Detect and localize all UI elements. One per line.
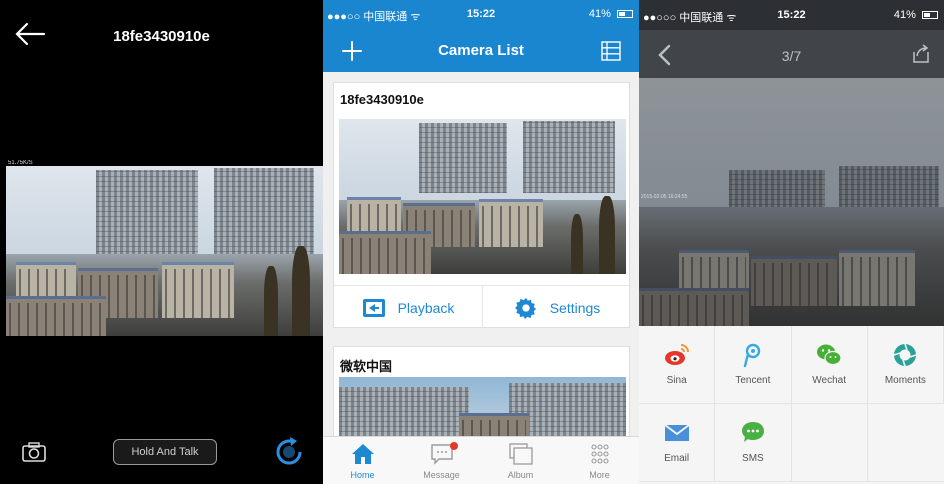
camera-thumbnail[interactable]	[339, 119, 626, 274]
tab-more[interactable]: More	[560, 437, 639, 484]
camera-title: 18fe3430910e	[113, 28, 210, 45]
battery-indicator: 41%	[894, 9, 938, 21]
thumb-tree	[599, 196, 615, 274]
video-building	[96, 170, 198, 262]
video-tree	[264, 266, 278, 336]
message-badge	[450, 442, 458, 450]
battery-icon	[922, 11, 938, 20]
playback-icon	[362, 298, 385, 317]
share-tencent[interactable]: Tencent	[715, 326, 792, 404]
sms-icon	[741, 422, 764, 442]
share-empty-slot	[867, 404, 944, 482]
wechat-icon	[817, 344, 842, 366]
share-wechat[interactable]: Wechat	[791, 326, 868, 404]
battery-percent: 41%	[588, 8, 611, 20]
tab-more-label: More	[589, 470, 610, 480]
share-empty-slot	[791, 404, 868, 482]
share-moments-label: Moments	[884, 375, 926, 386]
camera-list-header: Camera List	[323, 30, 639, 72]
album-icon	[508, 443, 533, 465]
share-wechat-label: Wechat	[812, 375, 846, 386]
thumb-house	[479, 199, 543, 247]
moments-icon	[894, 343, 917, 367]
status-bar: ●●○○○ 中国联通 ᯤ 15:22 41%	[639, 0, 944, 30]
share-sina[interactable]: Sina	[639, 326, 716, 404]
tab-album-label: Album	[507, 470, 534, 480]
email-icon	[664, 424, 690, 441]
settings-button[interactable]: Settings	[482, 286, 631, 329]
share-sms[interactable]: SMS	[715, 404, 792, 482]
playback-button[interactable]: Playback	[334, 286, 482, 329]
camera-card[interactable]: 微软中国	[333, 346, 630, 447]
more-grid-icon	[590, 444, 609, 464]
page-indicator: 3/7	[781, 48, 802, 64]
hold-and-talk-button[interactable]: Hold And Talk	[113, 439, 217, 465]
gear-icon	[514, 297, 536, 319]
page-title: Camera List	[438, 42, 524, 59]
share-email[interactable]: Email	[639, 404, 716, 482]
tab-album[interactable]: Album	[481, 437, 560, 484]
camera-actions: Playback Settings	[334, 285, 631, 329]
share-moments[interactable]: Moments	[867, 326, 944, 404]
thumb-building	[523, 121, 615, 193]
rotate-icon[interactable]	[273, 436, 305, 468]
camera-name: 微软中国	[340, 359, 393, 374]
share-tencent-label: Tencent	[735, 375, 771, 386]
settings-label: Settings	[549, 299, 601, 316]
video-house	[6, 296, 106, 336]
battery-percent: 41%	[893, 9, 916, 21]
list-view-icon[interactable]	[601, 41, 621, 61]
camera-list-screen: ●●●○○ 中国联通 ᯤ 15:22 41% Camera List 18fe3…	[323, 0, 639, 484]
tab-message[interactable]: Message	[402, 437, 481, 484]
share-icon[interactable]	[911, 44, 931, 64]
status-bar: ●●●○○ 中国联通 ᯤ 15:22 41%	[323, 0, 639, 30]
battery-indicator: 41%	[589, 8, 633, 20]
snapshot-timestamp: 2015-02-05 16:24:55	[641, 194, 688, 200]
tab-home[interactable]: Home	[323, 437, 402, 484]
live-controls: Hold And Talk	[0, 430, 323, 472]
live-video-feed[interactable]	[6, 166, 323, 336]
thumb-house	[339, 231, 431, 274]
home-icon	[351, 444, 374, 464]
thumb-house	[347, 197, 401, 233]
share-sms-label: SMS	[742, 453, 764, 464]
tencent-weibo-icon	[743, 343, 761, 368]
tab-message-label: Message	[423, 470, 460, 480]
share-email-label: Email	[664, 453, 690, 464]
stream-speed: 51.75K/S	[8, 160, 33, 166]
live-view-header: 18fe3430910e	[0, 0, 323, 70]
share-panel: Sina Tencent Wechat Moments Email SMS	[639, 326, 944, 484]
photo-header: 3/7	[639, 30, 944, 82]
tab-bar: Home Message Album More	[323, 436, 639, 484]
camera-icon[interactable]	[22, 442, 46, 462]
camera-name: 18fe3430910e	[340, 92, 424, 107]
battery-icon	[617, 10, 633, 19]
thumb-building	[419, 123, 507, 193]
video-tree	[292, 246, 310, 336]
video-house	[162, 262, 234, 318]
photo-share-screen: ●●○○○ 中国联通 ᯤ 15:22 41% 3/7 2015-02-05 16…	[639, 0, 944, 484]
thumb-tree	[571, 214, 583, 274]
tab-home-label: Home	[350, 470, 375, 480]
live-view-screen: 18fe3430910e 51.75K/S Hold And Talk	[0, 0, 323, 484]
share-sina-label: Sina	[666, 375, 687, 386]
weibo-icon	[664, 344, 689, 365]
playback-label: Playback	[397, 299, 455, 316]
camera-card[interactable]: 18fe3430910e Playback Settings	[333, 82, 631, 329]
